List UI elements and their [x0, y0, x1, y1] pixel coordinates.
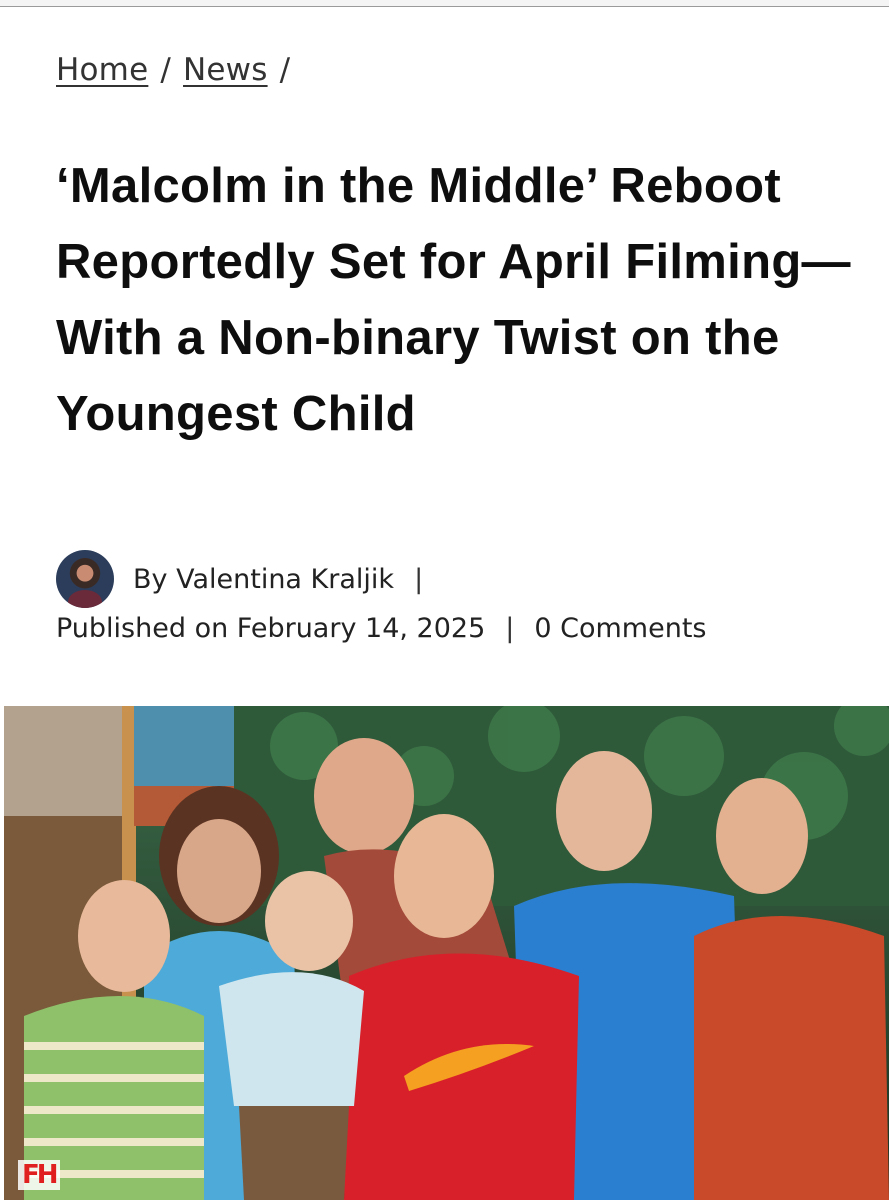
byline-divider: | [414, 563, 424, 595]
hero-illustration [4, 706, 889, 1200]
breadcrumb-separator: / [160, 52, 172, 88]
author-byline: By Valentina Kraljik | [56, 548, 423, 610]
breadcrumb-separator: / [279, 52, 291, 88]
breadcrumb-home-link[interactable]: Home [56, 52, 148, 88]
comments-link[interactable]: 0 Comments [534, 613, 706, 644]
article-title: ‘Malcolm in the Middle’ Reboot Reportedl… [56, 159, 851, 441]
meta-divider: | [505, 613, 515, 644]
breadcrumb-news-link[interactable]: News [183, 52, 268, 88]
author-avatar[interactable] [56, 550, 114, 608]
watermark-logo: FH [18, 1160, 60, 1190]
author-name[interactable]: By Valentina Kraljik [133, 564, 394, 595]
publish-meta: Published on February 14, 2025 | 0 Comment… [56, 613, 706, 644]
browser-top-edge [0, 0, 889, 7]
breadcrumb: Home / News / [56, 52, 302, 88]
hero-image: FH [4, 706, 889, 1200]
publish-date: Published on February 14, 2025 [56, 613, 486, 644]
